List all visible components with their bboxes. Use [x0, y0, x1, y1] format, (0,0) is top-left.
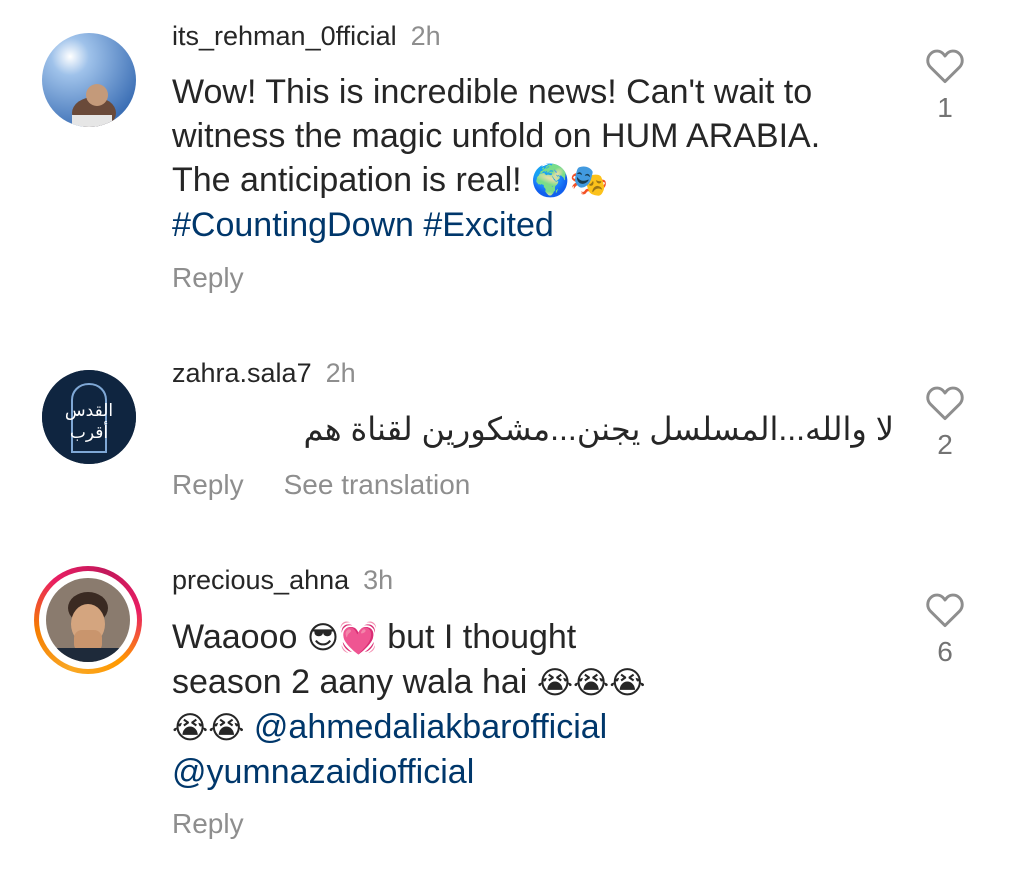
mention-link[interactable]: @yumnazaidiofficial [172, 753, 474, 791]
username[interactable]: its_rehman_0fficial [172, 21, 397, 51]
like-control: 2 [922, 385, 968, 461]
story-ring[interactable] [34, 566, 142, 674]
comment-body: Wow! This is incredible news! Can't wait… [172, 73, 821, 199]
emoji-globe-masks: 🌍🎭 [531, 163, 609, 199]
avatar-photo-icon [46, 578, 130, 662]
comment-text: Wow! This is incredible news! Can't wait… [172, 70, 852, 247]
avatar[interactable]: القدس أقرب [42, 370, 136, 464]
username[interactable]: precious_ahna [172, 565, 349, 595]
avatar-calligraphy-icon: القدس أقرب [42, 370, 136, 464]
emoji-cool-heart: 😎💓 [306, 620, 378, 656]
avatar-text-top: القدس [65, 401, 113, 421]
timestamp: 3h [363, 565, 394, 595]
avatar-photo-icon [42, 33, 136, 127]
comment-actions: Reply [172, 262, 284, 294]
like-count: 1 [937, 92, 953, 123]
comment-meta: precious_ahna 3h [172, 564, 393, 596]
like-count: 6 [937, 636, 953, 667]
like-control: 6 [922, 592, 968, 668]
comment-body: لا والله...المسلسل يجنن...مشكورين لقناة … [303, 411, 894, 447]
comment-actions: Reply See translation [172, 469, 510, 501]
comment-body-c: season 2 aany wala hai [172, 663, 528, 701]
reply-button[interactable]: Reply [172, 469, 244, 500]
emoji-crying-pair: 😭😭 [172, 710, 245, 746]
comment-actions: Reply [172, 808, 284, 840]
avatar [46, 578, 130, 662]
comment-body-a: Waaooo [172, 618, 298, 656]
heart-icon[interactable] [925, 592, 965, 628]
comment-meta: zahra.sala7 2h [172, 357, 356, 389]
avatar-text-bottom: أقرب [70, 421, 108, 443]
timestamp: 2h [410, 21, 441, 51]
heart-icon[interactable] [925, 385, 965, 421]
timestamp: 2h [325, 358, 356, 388]
mention-link[interactable]: @ahmedaliakbarofficial [254, 708, 607, 746]
username[interactable]: zahra.sala7 [172, 358, 312, 388]
comment-body-b: but I thought [387, 618, 577, 656]
comment-meta: its_rehman_0fficial 2h [172, 20, 441, 52]
avatar[interactable] [42, 33, 136, 127]
comment-text: Waaooo 😎💓 but I thought season 2 aany wa… [172, 615, 852, 794]
reply-button[interactable]: Reply [172, 808, 244, 839]
like-control: 1 [922, 48, 968, 124]
hashtag-links[interactable]: #CountingDown #Excited [172, 206, 554, 244]
reply-button[interactable]: Reply [172, 262, 244, 293]
heart-icon[interactable] [925, 48, 965, 84]
see-translation-button[interactable]: See translation [284, 469, 471, 500]
emoji-crying-row: 😭😭😭 [536, 665, 646, 701]
like-count: 2 [937, 429, 953, 460]
